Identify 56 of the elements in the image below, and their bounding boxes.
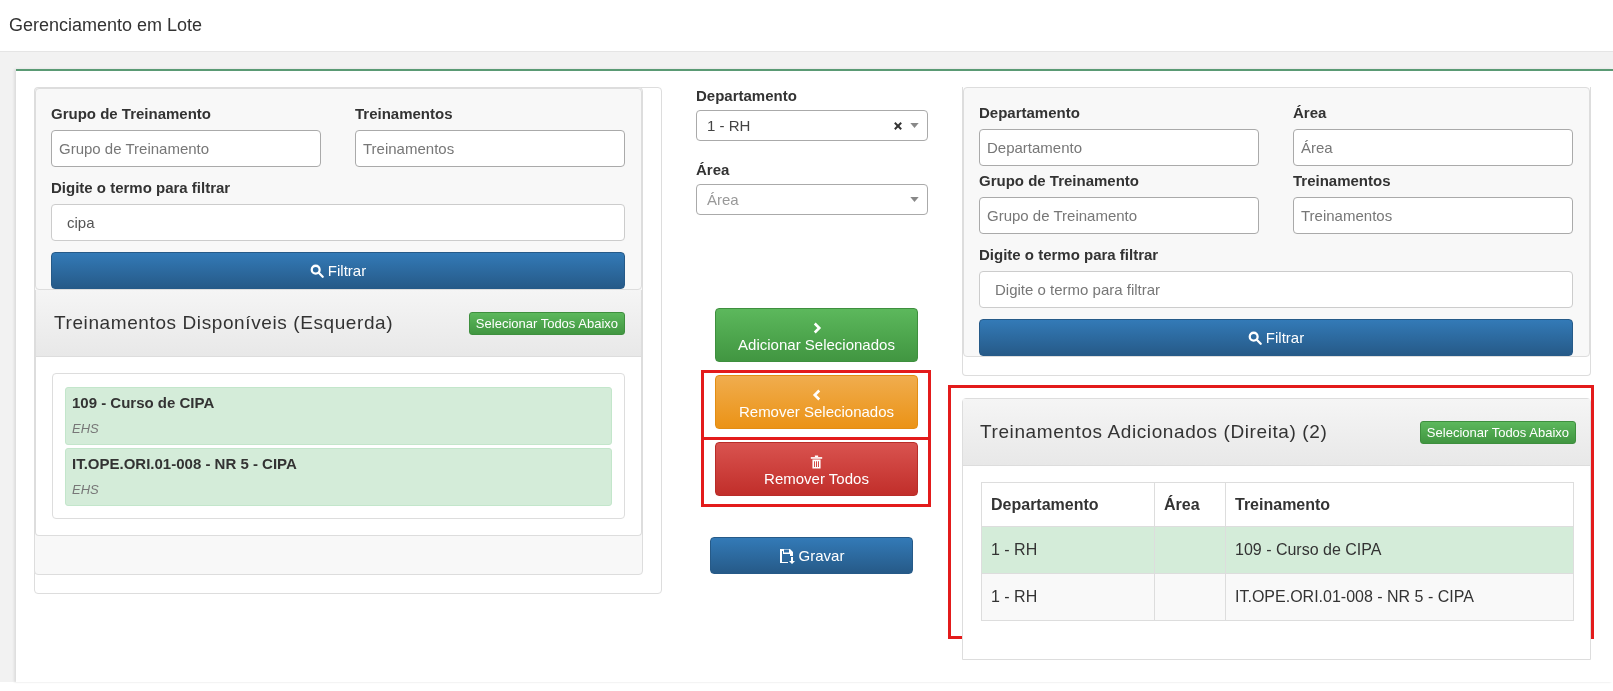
select-field[interactable]: 1 - RH [696,110,928,141]
field-label: Departamento [979,104,1081,121]
caret-icon[interactable] [910,197,919,202]
search-icon [1247,330,1262,345]
clear-icon[interactable] [894,121,902,130]
table-cell: 109 - Curso de CIPA [1225,526,1574,574]
table-cell [1154,526,1226,574]
panel-title: Treinamentos Disponíveis (Esquerda) [54,312,394,334]
panel-title: Treinamentos Adicionados (Direita) (2) [980,421,1328,443]
field-label: Treinamentos [355,105,454,122]
training-item[interactable]: IT.OPE.ORI.01-008 - NR 5 - CIPA EHS [65,448,612,506]
caret-icon[interactable] [910,123,919,128]
select-field[interactable]: Área [696,184,928,215]
chevron-left-icon [810,389,823,402]
text-input[interactable]: Grupo de Treinamento [979,197,1259,234]
field-label: Digite o termo para filtrar [979,246,1160,263]
filter-button[interactable]: Filtrar [979,319,1573,356]
table-cell [1154,573,1226,621]
text-input[interactable]: Departamento [979,129,1259,166]
table-row[interactable]: 1 - RH IT.OPE.ORI.01-008 - NR 5 - CIPA [981,573,1574,621]
select-all-button[interactable]: Selecionar Todos Abaixo [1419,420,1576,444]
field-label: Grupo de Treinamento [51,105,213,122]
training-item[interactable]: 109 - Curso de CIPA EHS [65,387,612,445]
column-header: Área [1154,482,1226,527]
table-cell: IT.OPE.ORI.01-008 - NR 5 - CIPA [1225,573,1574,621]
filter-button[interactable]: Filtrar [51,252,625,289]
field-label: Área [1293,104,1328,121]
field-label: Departamento [696,87,798,104]
trash-icon [810,455,823,470]
select-placeholder: Área [707,191,739,208]
field-label: Digite o termo para filtrar [51,179,232,196]
table-cell: 1 - RH [981,573,1155,621]
filter-input[interactable]: cipa [51,204,625,241]
table-cell: 1 - RH [981,526,1155,574]
table-row[interactable]: 1 - RH 109 - Curso de CIPA [981,526,1574,574]
field-label: Treinamentos [1293,172,1392,189]
field-label: Grupo de Treinamento [979,172,1141,189]
item-subtitle: EHS [72,482,100,497]
field-label: Área [696,161,731,178]
page-title: Gerenciamento em Lote [9,15,203,36]
item-title: 109 - Curso de CIPA [72,394,216,411]
remove-all-button[interactable]: Remover Todos [715,442,918,496]
filter-input[interactable]: Digite o termo para filtrar [979,271,1573,308]
text-input[interactable]: Treinamentos [1293,197,1573,234]
item-title: IT.OPE.ORI.01-008 - NR 5 - CIPA [72,455,298,472]
text-input[interactable]: Grupo de Treinamento [51,130,321,167]
select-value: 1 - RH [707,117,751,134]
add-selected-button[interactable]: Adicionar Selecionados [715,308,918,362]
column-header: Departamento [981,482,1155,527]
save-button[interactable]: Gravar [710,537,913,574]
column-header: Treinamento [1225,482,1574,527]
text-input[interactable]: Área [1293,129,1573,166]
search-icon [309,263,324,278]
select-all-button[interactable]: Selecionar Todos Abaixo [468,311,625,335]
text-input[interactable]: Treinamentos [355,130,625,167]
item-subtitle: EHS [72,421,100,436]
